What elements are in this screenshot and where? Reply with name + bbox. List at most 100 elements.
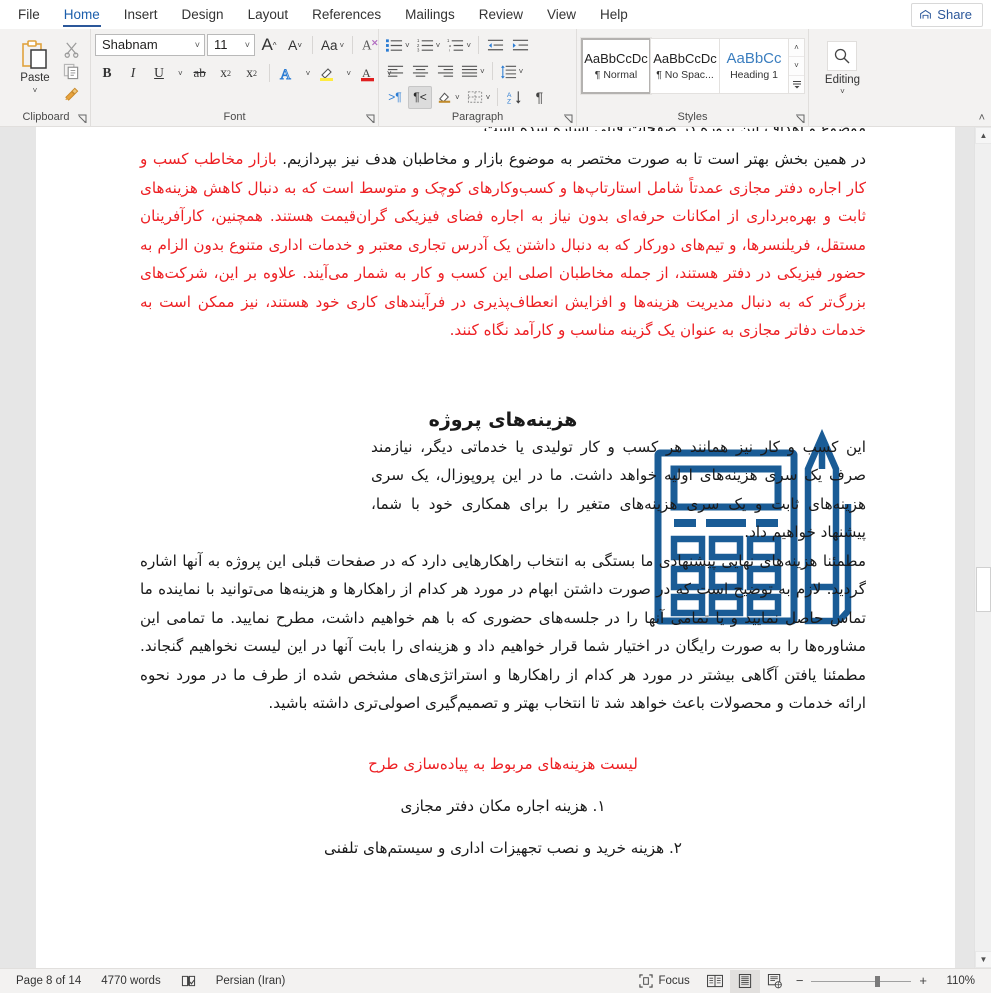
justify-button[interactable]: ˅	[458, 60, 488, 83]
scroll-down-button[interactable]: ▼	[975, 951, 991, 968]
line-spacing-button[interactable]: ˅	[497, 60, 527, 83]
tab-help[interactable]: Help	[588, 3, 640, 29]
tab-mailings[interactable]: Mailings	[393, 3, 467, 29]
editing-chevron-icon[interactable]: ˅	[840, 87, 845, 96]
tab-layout[interactable]: Layout	[236, 3, 301, 29]
italic-button[interactable]: I	[121, 62, 145, 85]
zoom-in-button[interactable]: +	[919, 974, 927, 988]
borders-chevron-icon[interactable]: ˅	[486, 93, 491, 102]
change-case-chevron-icon[interactable]: ˅	[340, 41, 345, 50]
page-indicator[interactable]: Page 8 of 14	[6, 970, 91, 993]
decrease-indent-button[interactable]	[483, 34, 507, 57]
word-count[interactable]: 4770 words	[91, 970, 170, 993]
focus-mode-button[interactable]: Focus	[629, 970, 699, 993]
red-subheading-cost-list[interactable]: لیست هزینه‌های مربوط به پیاده‌سازی طرح	[140, 752, 866, 776]
font-size-combo[interactable]: 11 ˅	[207, 34, 255, 56]
multilevel-list-button[interactable]: 1ai ˅	[444, 34, 474, 57]
list-item[interactable]: ٢. هزینه خرید و نصب تجهیزات اداری و سیست…	[140, 836, 866, 860]
styles-more-button[interactable]	[789, 74, 804, 93]
font-name-chevron-icon[interactable]: ˅	[189, 40, 200, 50]
numbering-button[interactable]: 123 ˅	[414, 34, 444, 57]
paragraph-costs-detail[interactable]: مطمئنا هزینه‌های نهایی پیشنهادی ما بستگی…	[140, 547, 866, 718]
ltr-text-direction-button[interactable]: >¶	[383, 86, 407, 109]
font-size-chevron-icon[interactable]: ˅	[239, 40, 250, 50]
zoom-slider-thumb[interactable]	[875, 975, 881, 987]
styles-scroll-up-button[interactable]: ˄	[789, 39, 804, 56]
align-left-button[interactable]	[383, 60, 407, 83]
tab-home[interactable]: Home	[52, 3, 112, 29]
zoom-control[interactable]: − + 110%	[790, 974, 983, 988]
paste-chevron-icon[interactable]: ˅	[33, 86, 38, 95]
change-case-button[interactable]: Aa ˅	[318, 34, 347, 57]
style-no-spacing[interactable]: AaBbCcDc ¶ No Spac...	[650, 38, 720, 94]
document-workspace[interactable]: موضوع و اهداف این پروژه در صفحات قبلی اش…	[0, 127, 991, 968]
grow-font-button[interactable]: A ^	[257, 34, 281, 57]
scroll-up-button[interactable]: ▲	[975, 127, 991, 144]
multilevel-chevron-icon[interactable]: ˅	[466, 41, 471, 50]
highlight-dropdown[interactable]: ˅	[341, 62, 354, 85]
paragraph-costs-intro[interactable]: این کسب و کار نیز همانند هر کسب و کار تو…	[371, 433, 866, 547]
shading-button[interactable]: ˅	[433, 86, 463, 109]
scrollbar-thumb[interactable]	[976, 567, 991, 612]
text-effects-dropdown[interactable]: ˅	[301, 62, 314, 85]
proofing-status-button[interactable]	[171, 974, 206, 988]
style-heading-1[interactable]: AaBbCс Heading 1	[719, 38, 789, 94]
line-spacing-chevron-icon[interactable]: ˅	[519, 67, 524, 76]
font-dialog-launcher-icon[interactable]	[365, 114, 376, 125]
align-right-button[interactable]	[433, 60, 457, 83]
bullets-button[interactable]: ˅	[383, 34, 413, 57]
bold-button[interactable]: B	[95, 62, 119, 85]
read-mode-button[interactable]	[700, 970, 730, 993]
print-layout-button[interactable]	[729, 969, 760, 993]
styles-dialog-launcher-icon[interactable]	[795, 114, 806, 125]
shading-chevron-icon[interactable]: ˅	[455, 93, 460, 102]
language-indicator[interactable]: Persian (Iran)	[206, 970, 296, 993]
clipboard-dialog-launcher-icon[interactable]	[77, 114, 88, 125]
strikethrough-button[interactable]: ab	[188, 62, 212, 85]
styles-scroll-down-button[interactable]: ˅	[789, 56, 804, 74]
borders-button[interactable]: ˅	[464, 86, 494, 109]
vertical-scrollbar[interactable]: ▲ ▼	[974, 127, 991, 968]
rtl-text-direction-button[interactable]: ¶<	[408, 85, 432, 109]
tab-view[interactable]: View	[535, 3, 588, 29]
heading-project-costs[interactable]: هزینه‌های پروژه	[140, 407, 866, 433]
font-name-combo[interactable]: Shabnam ˅	[95, 34, 205, 56]
justify-chevron-icon[interactable]: ˅	[480, 67, 485, 76]
text-effects-button[interactable]: A	[275, 62, 299, 85]
zoom-level-label[interactable]: 110%	[935, 975, 975, 987]
paragraph-intro[interactable]: در همین بخش بهتر است تا به صورت مختصر به…	[140, 145, 866, 345]
tab-references[interactable]: References	[300, 3, 393, 29]
superscript-button[interactable]: x2	[240, 62, 264, 85]
tab-review[interactable]: Review	[467, 3, 535, 29]
zoom-slider-track[interactable]	[811, 975, 912, 987]
highlight-button[interactable]	[315, 62, 339, 85]
tab-design[interactable]: Design	[170, 3, 236, 29]
document-body[interactable]: در همین بخش بهتر است تا به صورت مختصر به…	[140, 127, 866, 860]
copy-icon[interactable]	[63, 63, 80, 80]
format-painter-icon[interactable]	[63, 85, 80, 102]
tab-file[interactable]: File	[6, 3, 52, 29]
numbering-chevron-icon[interactable]: ˅	[436, 41, 441, 50]
editing-button[interactable]: Editing ˅	[825, 35, 860, 96]
sort-button[interactable]: AZ	[502, 86, 526, 109]
font-color-button[interactable]: A	[356, 62, 380, 85]
web-layout-button[interactable]	[760, 970, 790, 993]
underline-button[interactable]: U	[147, 62, 171, 85]
list-item[interactable]: ١. هزینه اجاره مکان دفتر مجازی	[140, 794, 866, 818]
zoom-out-button[interactable]: −	[796, 974, 804, 988]
cut-icon[interactable]	[63, 41, 80, 58]
tab-insert[interactable]: Insert	[112, 3, 170, 29]
show-formatting-marks-button[interactable]: ¶	[527, 86, 551, 109]
shrink-font-button[interactable]: A ˅	[283, 34, 307, 57]
collapse-ribbon-icon[interactable]: ˄	[979, 112, 985, 124]
bullets-chevron-icon[interactable]: ˅	[405, 41, 410, 50]
paste-button[interactable]: Paste ˅	[10, 37, 60, 102]
share-button[interactable]: Share	[911, 3, 983, 27]
document-page[interactable]: موضوع و اهداف این پروژه در صفحات قبلی اش…	[36, 127, 955, 968]
underline-dropdown[interactable]: ˅	[173, 62, 186, 85]
subscript-button[interactable]: x2	[214, 62, 238, 85]
align-center-button[interactable]	[408, 60, 432, 83]
increase-indent-button[interactable]	[508, 34, 532, 57]
style-normal[interactable]: AaBbCcDc ¶ Normal	[580, 37, 652, 95]
paragraph-dialog-launcher-icon[interactable]	[563, 114, 574, 125]
